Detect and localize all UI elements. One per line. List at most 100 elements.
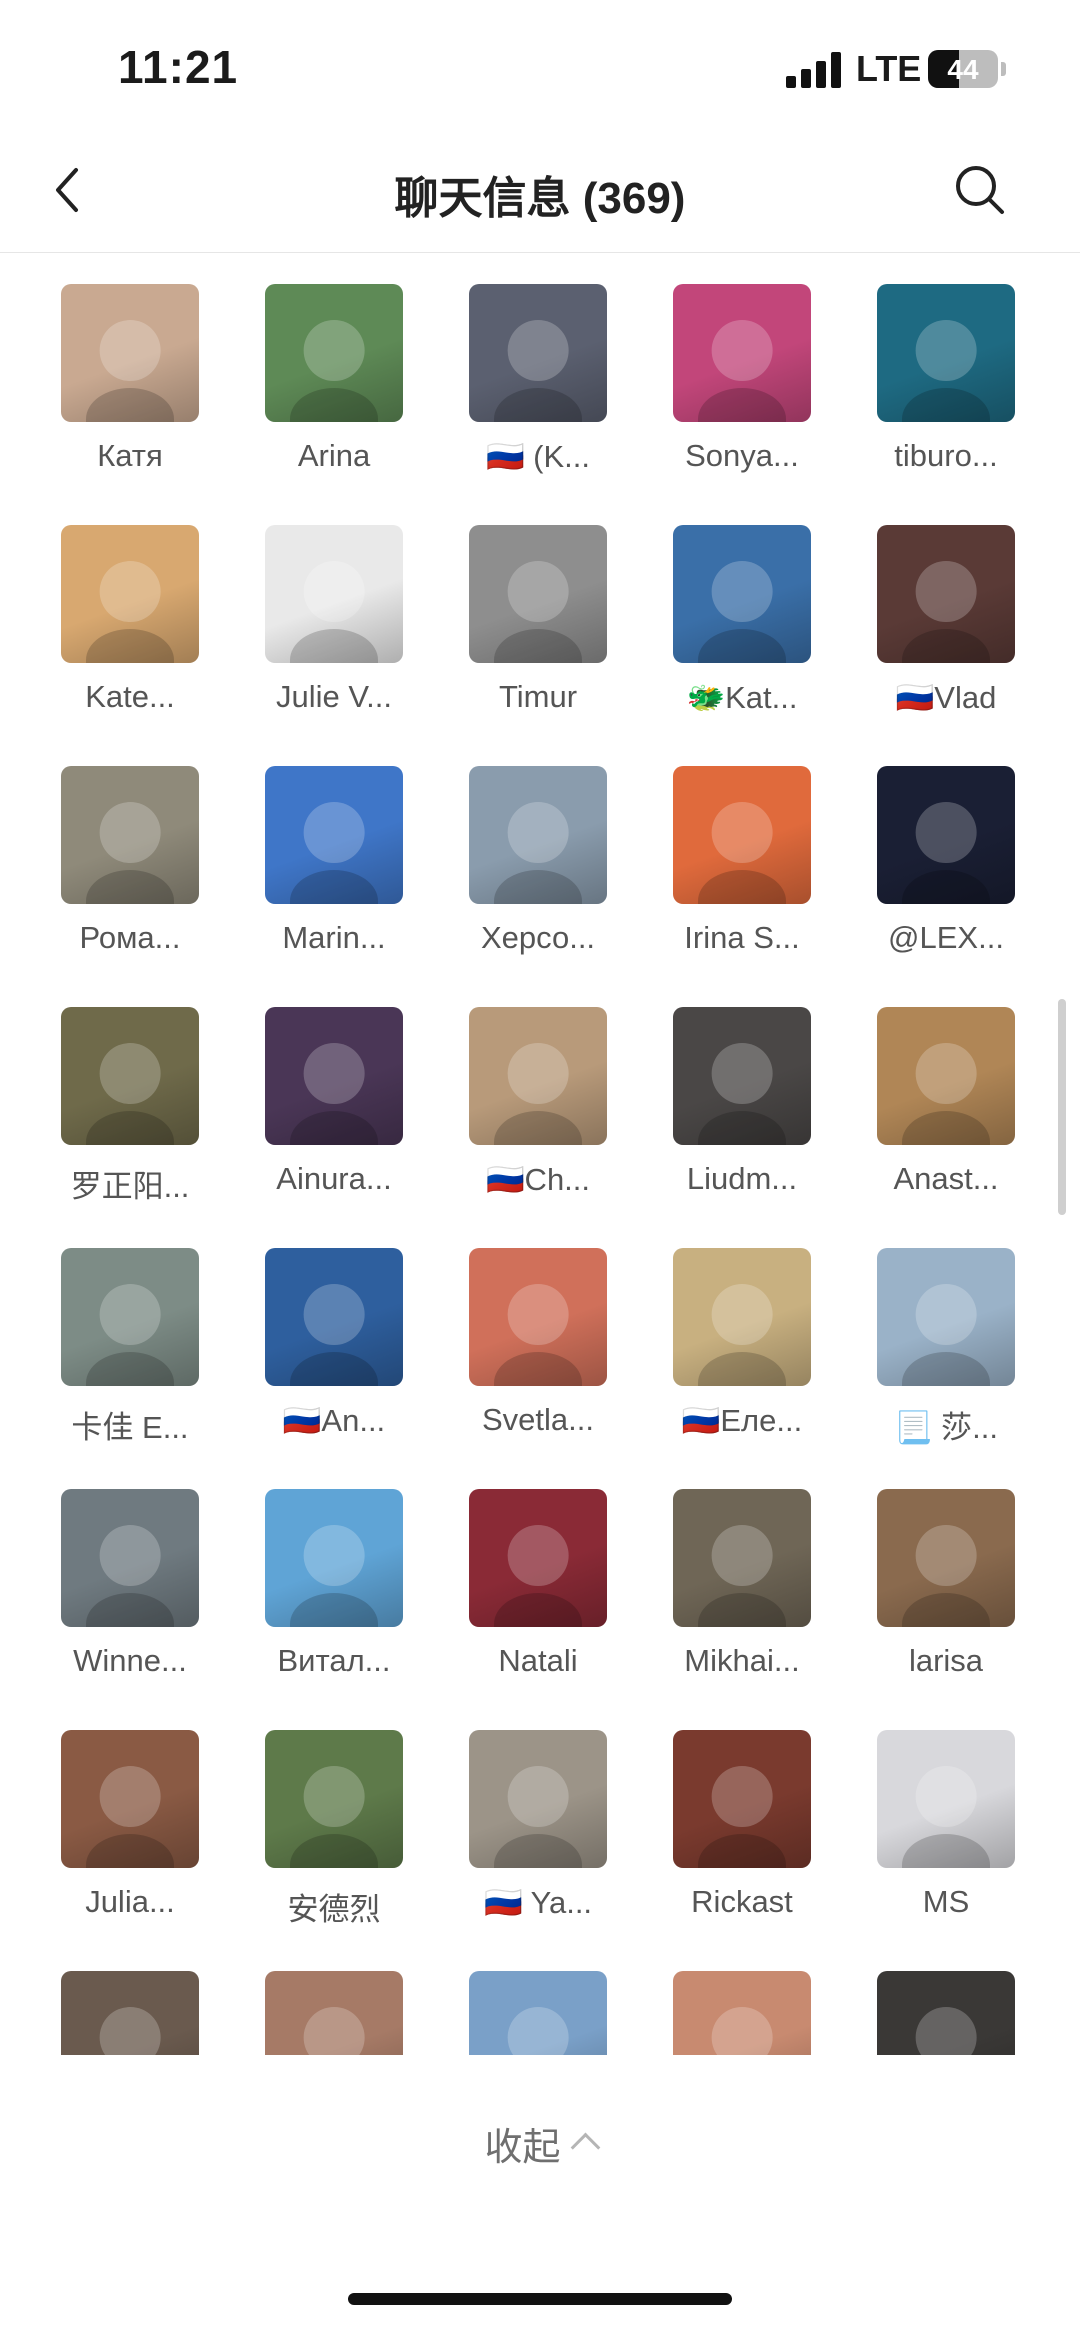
avatar[interactable] — [469, 525, 607, 663]
avatar[interactable] — [469, 1007, 607, 1145]
avatar[interactable] — [877, 1730, 1015, 1868]
member-name: @LEX... — [888, 920, 1004, 955]
member-item[interactable]: 卡佳 E... — [28, 1248, 232, 1447]
avatar[interactable] — [469, 284, 607, 422]
member-item[interactable]: Liudm... — [640, 1007, 844, 1197]
member-item[interactable]: Julia... — [28, 1730, 232, 1920]
member-name: 🇷🇺 (K... — [485, 439, 591, 474]
avatar[interactable] — [877, 284, 1015, 422]
avatar[interactable] — [265, 284, 403, 422]
member-item[interactable]: Arina — [232, 284, 436, 474]
avatar[interactable] — [877, 1971, 1015, 2055]
avatar[interactable] — [265, 1489, 403, 1627]
member-item[interactable]: Рома... — [28, 766, 232, 956]
member-name: Anast... — [893, 1161, 999, 1196]
member-item[interactable]: 罗正阳... — [28, 1007, 232, 1206]
avatar[interactable] — [877, 525, 1015, 663]
member-item[interactable]: 🇷🇺Vlad — [844, 525, 1048, 716]
member-item[interactable] — [436, 1971, 640, 2055]
member-item[interactable]: 📃 莎... — [844, 1248, 1048, 1447]
member-item[interactable]: 🐲Kat... — [640, 525, 844, 716]
member-item[interactable]: Anast... — [844, 1007, 1048, 1197]
avatar[interactable] — [265, 1730, 403, 1868]
member-item[interactable]: @LEX... — [844, 766, 1048, 956]
member-item[interactable]: 🇷🇺 Ya... — [436, 1730, 640, 1921]
member-item[interactable] — [28, 1971, 232, 2055]
avatar[interactable] — [673, 1971, 811, 2055]
member-name: 🐲Kat... — [686, 680, 798, 715]
member-name: 📃 莎... — [893, 1410, 999, 1445]
avatar[interactable] — [673, 1730, 811, 1868]
member-item[interactable]: Катя — [28, 284, 232, 474]
member-item[interactable]: Irina S... — [640, 766, 844, 956]
avatar[interactable] — [265, 1248, 403, 1386]
member-name: Julie V... — [275, 679, 393, 714]
avatar[interactable] — [877, 1007, 1015, 1145]
avatar[interactable] — [673, 766, 811, 904]
avatar[interactable] — [673, 1248, 811, 1386]
member-item[interactable]: larisa — [844, 1489, 1048, 1679]
member-item[interactable]: Херсо... — [436, 766, 640, 956]
member-item[interactable]: MS — [844, 1730, 1048, 1920]
avatar[interactable] — [265, 1007, 403, 1145]
member-item[interactable] — [844, 1971, 1048, 2055]
avatar[interactable] — [673, 1489, 811, 1627]
member-item[interactable]: Ainura... — [232, 1007, 436, 1197]
avatar[interactable] — [61, 525, 199, 663]
member-name: MS — [922, 1884, 970, 1919]
member-item[interactable]: Marin... — [232, 766, 436, 956]
member-item[interactable]: Natali — [436, 1489, 640, 1679]
member-name: tiburo... — [894, 438, 998, 473]
member-item[interactable] — [232, 1971, 436, 2055]
member-name: 🇷🇺 Ya... — [483, 1885, 593, 1920]
member-item[interactable]: Timur — [436, 525, 640, 715]
avatar[interactable] — [469, 1248, 607, 1386]
member-item[interactable]: 🇷🇺 (K... — [436, 284, 640, 475]
avatar[interactable] — [673, 525, 811, 663]
avatar[interactable] — [61, 1248, 199, 1386]
member-item[interactable]: Kate... — [28, 525, 232, 715]
member-item[interactable]: 🇷🇺An... — [232, 1248, 436, 1439]
avatar[interactable] — [61, 284, 199, 422]
avatar[interactable] — [469, 1971, 607, 2055]
search-icon[interactable] — [950, 160, 1010, 220]
avatar[interactable] — [469, 1730, 607, 1868]
avatar[interactable] — [61, 1489, 199, 1627]
status-time: 11:21 — [118, 41, 239, 93]
avatar[interactable] — [61, 766, 199, 904]
member-name: 卡佳 E... — [71, 1410, 189, 1445]
member-name: Рома... — [79, 920, 181, 955]
member-item[interactable]: 🇷🇺Ch... — [436, 1007, 640, 1198]
avatar[interactable] — [877, 1489, 1015, 1627]
scrollbar[interactable] — [1058, 999, 1066, 1215]
member-item[interactable]: Svetla... — [436, 1248, 640, 1438]
member-item[interactable]: Витал... — [232, 1489, 436, 1679]
avatar[interactable] — [265, 1971, 403, 2055]
avatar[interactable] — [877, 1248, 1015, 1386]
member-item[interactable]: 安德烈 — [232, 1730, 436, 1929]
member-item[interactable]: Winne... — [28, 1489, 232, 1679]
avatar[interactable] — [673, 284, 811, 422]
avatar[interactable] — [61, 1971, 199, 2055]
member-item[interactable]: Sonya... — [640, 284, 844, 474]
avatar[interactable] — [469, 766, 607, 904]
member-item[interactable] — [640, 1971, 844, 2055]
member-item[interactable]: Mikhai... — [640, 1489, 844, 1679]
avatar[interactable] — [265, 766, 403, 904]
member-item[interactable]: tiburo... — [844, 284, 1048, 474]
chevron-up-icon — [570, 2132, 600, 2163]
member-name: Julia... — [85, 1884, 175, 1919]
member-name: larisa — [908, 1643, 984, 1678]
avatar[interactable] — [469, 1489, 607, 1627]
member-item[interactable]: 🇷🇺Еле... — [640, 1248, 844, 1439]
avatar[interactable] — [61, 1007, 199, 1145]
home-indicator[interactable] — [348, 2293, 732, 2305]
avatar[interactable] — [673, 1007, 811, 1145]
avatar[interactable] — [61, 1730, 199, 1868]
member-item[interactable]: Julie V... — [232, 525, 436, 715]
member-item[interactable]: Rickast — [640, 1730, 844, 1920]
avatar[interactable] — [877, 766, 1015, 904]
collapse-button[interactable]: 收起 — [0, 2116, 1080, 2171]
avatar[interactable] — [265, 525, 403, 663]
member-grid-viewport: Катя Arina 🇷🇺 (K... Sonya... tiburo... Kate..… — [0, 253, 1080, 2055]
